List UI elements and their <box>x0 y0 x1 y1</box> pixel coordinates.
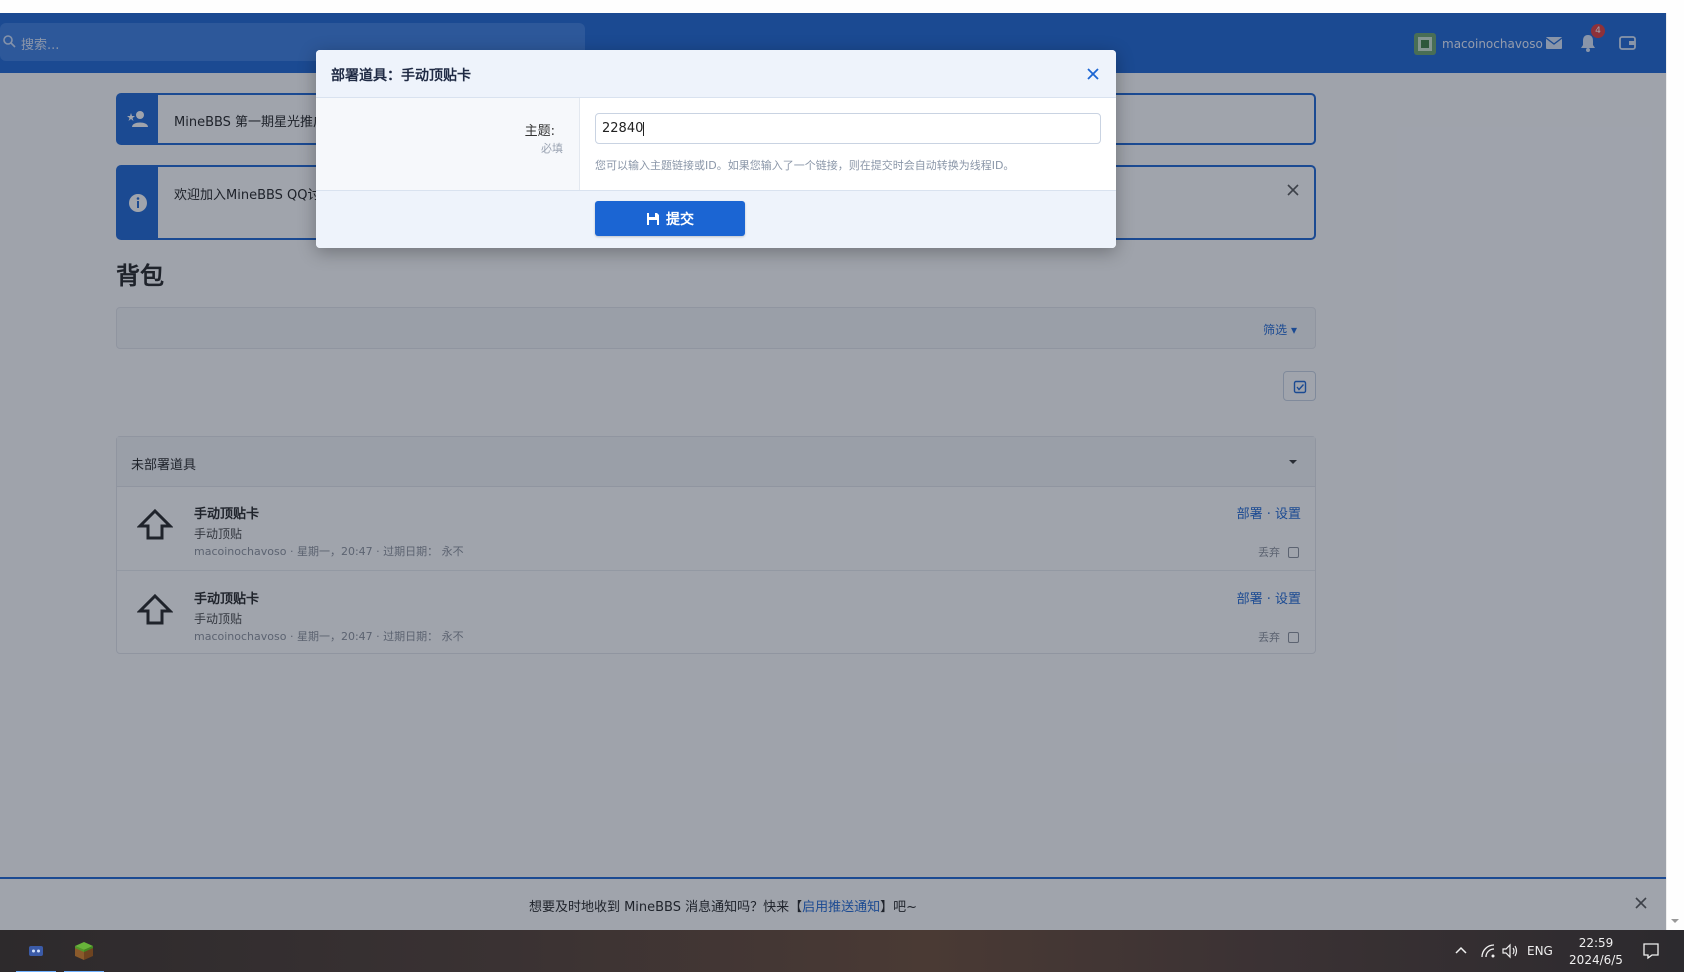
close-icon[interactable] <box>1086 67 1100 81</box>
thread-input-value: 22840 <box>602 121 644 136</box>
grass-block-icon <box>75 942 93 960</box>
input-language[interactable]: ENG <box>1527 944 1553 958</box>
scrollbar[interactable] <box>1666 13 1684 930</box>
clock-time: 22:59 <box>1578 936 1614 950</box>
taskbar-app-minecraft[interactable] <box>64 935 104 972</box>
required-hint: 必填 <box>541 142 563 155</box>
save-icon <box>647 212 659 225</box>
dialog-title: 部署道具：手动顶贴卡 <box>331 68 471 84</box>
text-caret <box>643 121 645 136</box>
os-taskbar: ENG 22:59 2024/6/5 <box>0 930 1684 972</box>
thread-form-row: 主题: 必填 22840 您可以输入主题链接或ID。如果您输入了一个链接，则在提… <box>316 98 1116 191</box>
clock-date: 2024/6/5 <box>1569 953 1623 967</box>
thread-field-hint: 您可以输入主题链接或ID。如果您输入了一个链接，则在提交时会自动转换为线程ID。 <box>595 159 1015 172</box>
thread-field-label: 主题: <box>524 124 555 139</box>
chevron-up-icon[interactable] <box>1455 945 1467 955</box>
taskbar-app-browser[interactable] <box>16 935 56 972</box>
scroll-down-arrow-icon[interactable] <box>1670 917 1680 925</box>
action-center-icon[interactable] <box>1642 942 1660 960</box>
wifi-icon[interactable] <box>1480 943 1496 959</box>
deploy-item-dialog: 部署道具：手动顶贴卡 主题: 必填 22840 您可以输入主题链接或ID。如果您… <box>316 50 1116 248</box>
app-icon <box>29 946 43 956</box>
system-clock[interactable]: 22:59 2024/6/5 <box>1566 935 1626 969</box>
form-label-column: 主题: 必填 <box>316 98 580 190</box>
browser-top-strip <box>0 0 1684 13</box>
volume-icon[interactable] <box>1502 943 1520 959</box>
thread-input[interactable]: 22840 <box>595 113 1101 144</box>
submit-label: 提交 <box>666 211 694 228</box>
dialog-header: 部署道具：手动顶贴卡 <box>316 50 1116 98</box>
submit-button[interactable]: 提交 <box>595 201 745 236</box>
